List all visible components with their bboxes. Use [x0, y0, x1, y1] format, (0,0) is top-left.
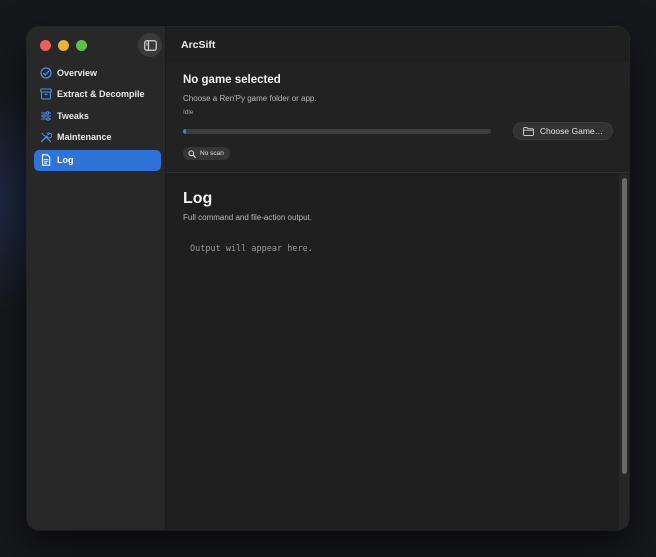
- window-controls: [40, 40, 87, 51]
- choose-game-button[interactable]: Choose Game…: [513, 122, 613, 140]
- scan-status-label: No scan: [200, 150, 224, 157]
- window-title: ArcSift: [181, 39, 216, 51]
- document-icon: [40, 154, 52, 166]
- sidebar: Overview Extract & Decompile Tweaks Main…: [27, 27, 166, 530]
- sidebar-item-overview[interactable]: Overview: [34, 62, 161, 83]
- sliders-icon: [40, 110, 52, 122]
- sidebar-item-label: Log: [57, 155, 74, 165]
- log-section: Log Full command and file-action output.…: [166, 173, 629, 530]
- main-content: ArcSift No game selected Choose a Ren'Py…: [166, 27, 629, 530]
- zoom-window-button[interactable]: [76, 40, 87, 51]
- sidebar-item-label: Tweaks: [57, 110, 89, 121]
- gauge-icon: [40, 66, 52, 79]
- status-subtitle: Choose a Ren'Py game folder or app.: [183, 94, 317, 103]
- sidebar-item-tweaks[interactable]: Tweaks: [34, 105, 161, 126]
- minimize-window-button[interactable]: [58, 40, 69, 51]
- sidebar-toggle-button[interactable]: [138, 33, 162, 57]
- sidebar-item-label: Extract & Decompile: [57, 89, 145, 99]
- game-status-panel: No game selected Choose a Ren'Py game fo…: [166, 62, 629, 173]
- sidebar-item-label: Overview: [57, 67, 98, 78]
- sidebar-icon: [143, 39, 157, 51]
- sidebar-item-label: Maintenance: [57, 132, 112, 142]
- search-icon: [188, 149, 196, 158]
- log-output[interactable]: Output will appear here.: [190, 244, 313, 254]
- archive-box-icon: [40, 88, 52, 100]
- log-scrollbar-thumb[interactable]: [622, 178, 627, 474]
- wrench-screwdriver-icon: [40, 131, 52, 143]
- sidebar-item-extract-decompile[interactable]: Extract & Decompile: [34, 84, 161, 105]
- log-subtitle: Full command and file-action output.: [183, 213, 312, 222]
- progress-fill: [183, 129, 187, 134]
- sidebar-nav: Overview Extract & Decompile Tweaks Main…: [34, 62, 161, 171]
- progress-bar: [183, 129, 491, 134]
- folder-icon: [522, 126, 534, 136]
- close-window-button[interactable]: [40, 40, 51, 51]
- app-window: Overview Extract & Decompile Tweaks Main…: [27, 27, 629, 530]
- choose-game-label: Choose Game…: [539, 126, 604, 136]
- log-title: Log: [183, 190, 213, 207]
- status-title: No game selected: [183, 74, 281, 86]
- sidebar-item-log[interactable]: Log: [34, 149, 161, 171]
- scan-status-badge: No scan: [183, 147, 230, 160]
- status-state: Idle: [183, 109, 194, 116]
- sidebar-item-maintenance[interactable]: Maintenance: [34, 127, 161, 148]
